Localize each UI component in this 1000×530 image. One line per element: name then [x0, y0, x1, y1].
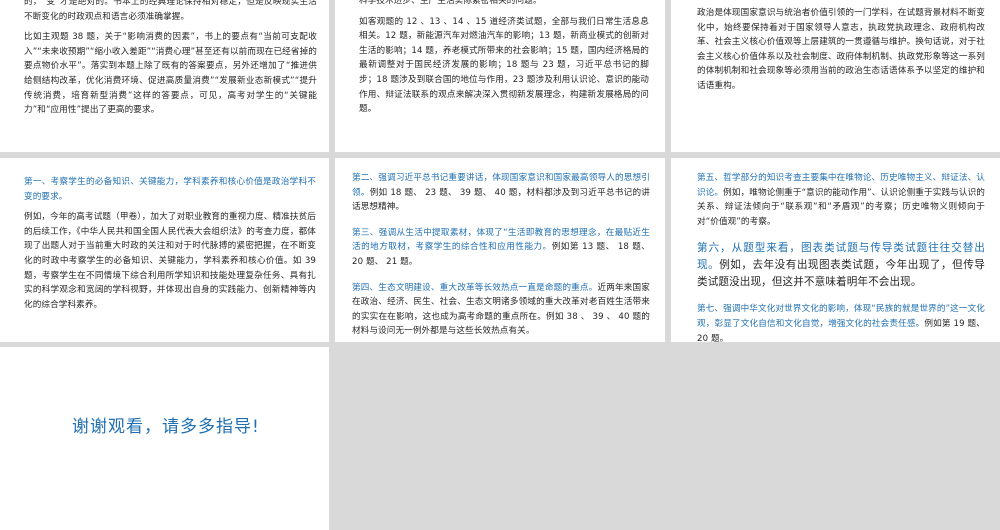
slide-thumbnail-5[interactable]: 第二、强调习近平总书记重要讲话，体现国家意识和国家最高领导人的思想引领。例如 1…	[335, 158, 665, 342]
slide1-paragraph-2: 比如主观题 38 题，关于“影响消费的因素”，书上的要点有“当前可支配收入”“未…	[24, 32, 317, 116]
slide-thumbnail-2[interactable]: 科学技术进步、生产生活实际紧密相关的问题。 如客观题的 12 、13 、14 、…	[335, 0, 665, 152]
slide2-paragraph-1: 科学技术进步、生产生活实际紧密相关的问题。	[359, 0, 542, 6]
slide6-point-6: 第六，从题型来看，图表类试题与传导类试题往往交替出现。例如，去年没有出现图表类试…	[697, 240, 985, 291]
slide-thumbnail-7[interactable]: 谢谢观看，请多多指导!	[0, 347, 329, 530]
slide-thumbnail-6[interactable]: 第五、哲学部分的知识考查主要集中在唯物论、历史唯物主义、辩证法、认识论。例如，唯…	[671, 158, 1000, 342]
slide1-paragraph-1: 的，“变”才是绝对的。书本上的经典理论保持相对稳定，但是反映现实生活不断变化的时…	[24, 0, 317, 22]
slide-thumbnail-1[interactable]: 的，“变”才是绝对的。书本上的经典理论保持相对稳定，但是反映现实生活不断变化的时…	[0, 0, 329, 152]
slide5-point-3: 第三、强调从生活中提取素材，体现了“生活即教育的思想理念，在最贴近生活的地方取材…	[352, 226, 650, 270]
empty-canvas-area	[331, 347, 1000, 530]
slide6-text-5: 例如，唯物论侧重于“意识的能动作用”、认识论侧重于实践与认识的关系、辩证法倾向于…	[697, 187, 985, 227]
slide6-point-5: 第五、哲学部分的知识考查主要集中在唯物论、历史唯物主义、辩证法、认识论。例如，唯…	[697, 171, 985, 229]
slide5-point-4: 第四、生态文明建设、重大改革等长效热点一直是命题的重点。近两年来国家在政治、经济…	[352, 281, 650, 339]
slide5-point-2: 第二、强调习近平总书记重要讲话，体现国家意识和国家最高领导人的思想引领。例如 1…	[352, 171, 650, 215]
slide3-paragraph-1: 政治是体现国家意识与统治者价值引领的一门学科，在试题背景材料不断变化中，始终要保…	[697, 8, 985, 91]
slide5-heading-4: 第四、生态文明建设、重大改革等长效热点一直是命题的重点。	[352, 282, 598, 293]
slide-thumbnail-3[interactable]: 政治是体现国家意识与统治者价值引领的一门学科，在试题背景材料不断变化中，始终要保…	[671, 0, 1000, 152]
slide2-paragraph-2: 如客观题的 12 、13 、14 、15 道经济类试题，全部与我们日常生活息息相…	[359, 16, 649, 115]
slide6-text-6: 例如，去年没有出现图表类试题，今年出现了，但传导类试题没出现，但这并不意味着明年…	[697, 259, 985, 289]
slide6-point-7: 第七、强调中华文化对世界文化的影响，体现“民族的就是世界的”这一文化观，彰显了文…	[697, 302, 985, 342]
slide4-paragraph-1: 例如，今年的高考试题（甲卷），加大了对职业教育的重视力度、精准扶贫后的后续工作，…	[24, 212, 316, 310]
slide5-text-2: 例如 18 题、 23 题、 39 题、 40 题，材料都涉及到习近平总书记的讲…	[352, 187, 650, 213]
slide4-heading: 第一、考察学生的必备知识、关键能力，学科素养和核心价值是政治学科不变的要求。	[24, 177, 316, 202]
thanks-title: 谢谢观看，请多多指导!	[72, 417, 260, 437]
slide-thumbnail-4[interactable]: 第一、考察学生的必备知识、关键能力，学科素养和核心价值是政治学科不变的要求。 例…	[0, 158, 329, 342]
